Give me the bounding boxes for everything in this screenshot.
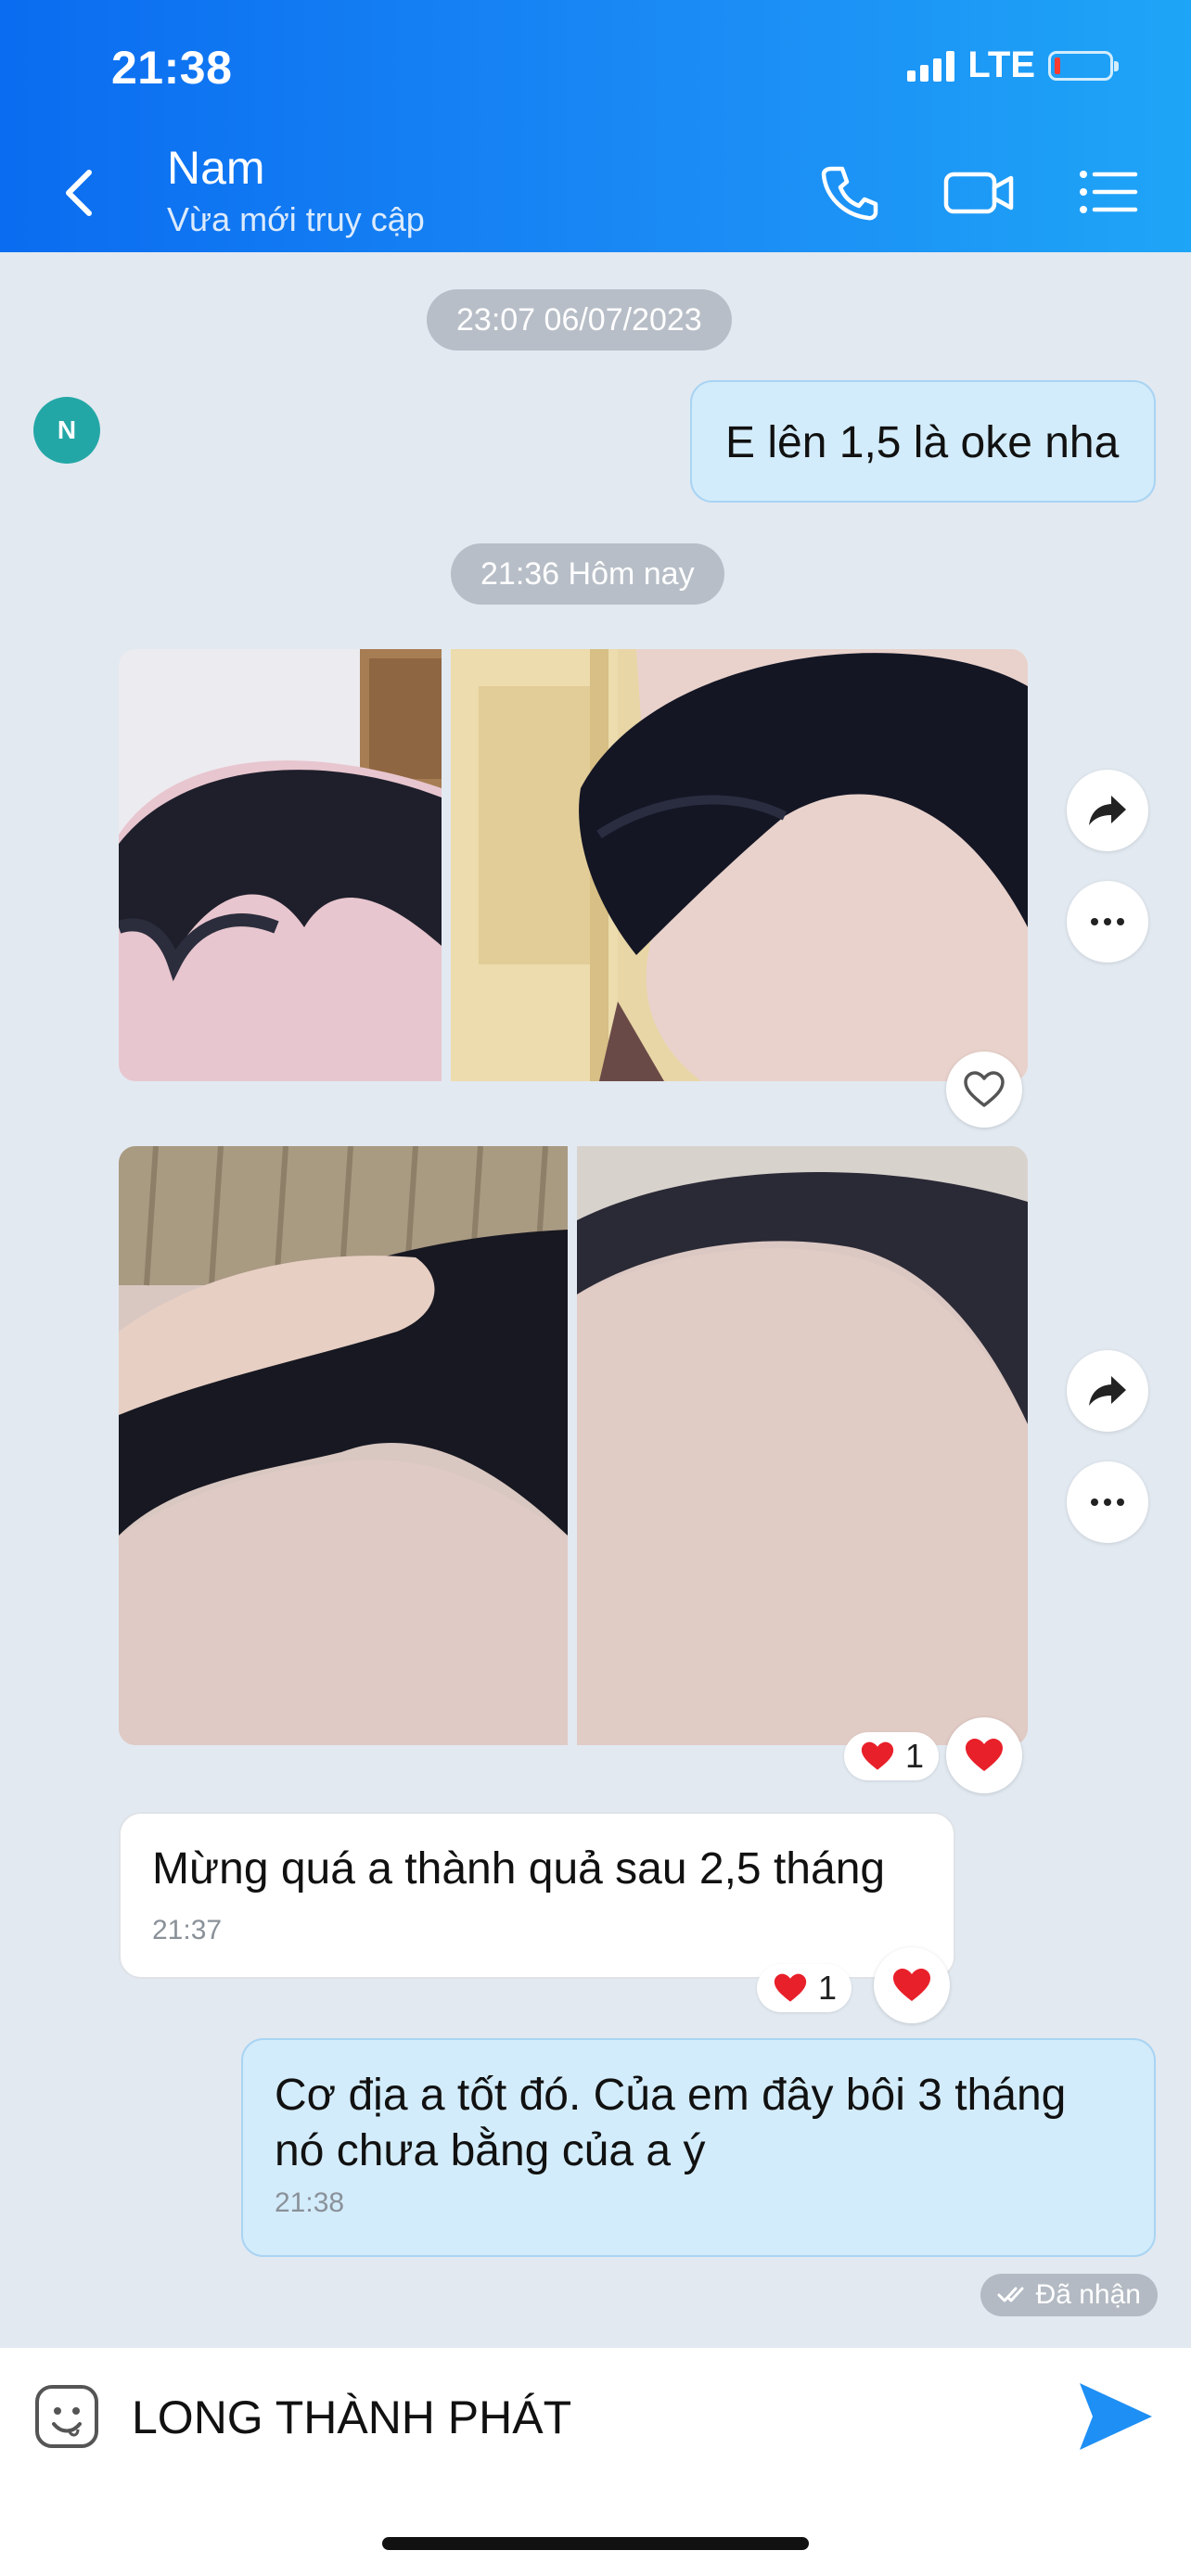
heart-icon — [774, 1973, 807, 2002]
message-text: Cơ địa a tốt đó. Của em đây bôi 3 tháng … — [275, 2071, 1067, 2175]
forward-button[interactable] — [1067, 1350, 1148, 1432]
message-time: 21:37 — [152, 1915, 223, 1945]
reaction-count: 1 — [905, 1737, 925, 1775]
ellipsis-icon — [1091, 1498, 1124, 1506]
message-list[interactable]: 23:07 06/07/2023 E lên 1,5 là oke nha 21… — [0, 0, 1191, 2316]
message-time: 21:38 — [275, 2187, 345, 2218]
reaction-summary[interactable]: 1 — [844, 1732, 940, 1780]
reaction-count: 1 — [818, 1969, 838, 2007]
incoming-message[interactable]: Mừng quá a thành quả sau 2,5 tháng 21:37 — [119, 1812, 955, 1979]
hair-crown-photo-icon — [451, 649, 1028, 1081]
send-arrow-icon — [1080, 2383, 1152, 2450]
delivery-status: Đã nhận — [980, 2274, 1158, 2316]
message-text: Mừng quá a thành quả sau 2,5 tháng — [152, 1844, 886, 1894]
heart-icon — [893, 1969, 930, 2001]
send-button[interactable] — [1076, 2379, 1156, 2454]
date-separator: 21:36 Hôm nay — [451, 543, 724, 605]
home-indicator[interactable] — [382, 2537, 809, 2550]
more-options-button[interactable] — [1067, 881, 1148, 963]
more-options-button[interactable] — [1067, 1461, 1148, 1543]
date-separator: 23:07 06/07/2023 — [427, 289, 732, 351]
forward-arrow-icon — [1089, 1376, 1126, 1406]
heart-icon — [861, 1741, 894, 1770]
sticker-face-icon — [35, 2385, 98, 2448]
delivery-status-label: Đã nhận — [1035, 2279, 1141, 2310]
react-button[interactable] — [874, 1947, 950, 2023]
ellipsis-icon — [1091, 918, 1124, 925]
forward-arrow-icon — [1089, 796, 1126, 825]
hairline-photo-icon — [577, 1146, 1028, 1745]
heart-icon — [966, 1739, 1003, 1771]
shared-photo[interactable] — [451, 649, 1028, 1081]
outgoing-message[interactable]: Cơ địa a tốt đó. Của em đây bôi 3 tháng … — [241, 2038, 1156, 2257]
avatar[interactable]: N — [33, 397, 100, 464]
sticker-button[interactable] — [33, 2383, 100, 2450]
hairline-photo-icon — [119, 1146, 568, 1745]
heart-outline-icon — [964, 1071, 1005, 1107]
shared-photo[interactable] — [577, 1146, 1028, 1745]
double-check-icon — [997, 2287, 1024, 2302]
forward-button[interactable] — [1067, 770, 1148, 851]
hair-crown-photo-icon — [119, 649, 442, 1081]
outgoing-message[interactable]: E lên 1,5 là oke nha — [690, 380, 1156, 503]
reaction-summary[interactable]: 1 — [757, 1964, 852, 2012]
shared-photo[interactable] — [119, 1146, 568, 1745]
react-button[interactable] — [946, 1052, 1022, 1128]
message-input[interactable]: LONG THÀNH PHÁT — [132, 2391, 571, 2444]
shared-photo[interactable] — [119, 649, 442, 1081]
react-button[interactable] — [946, 1717, 1022, 1793]
message-text: E lên 1,5 là oke nha — [725, 418, 1120, 467]
